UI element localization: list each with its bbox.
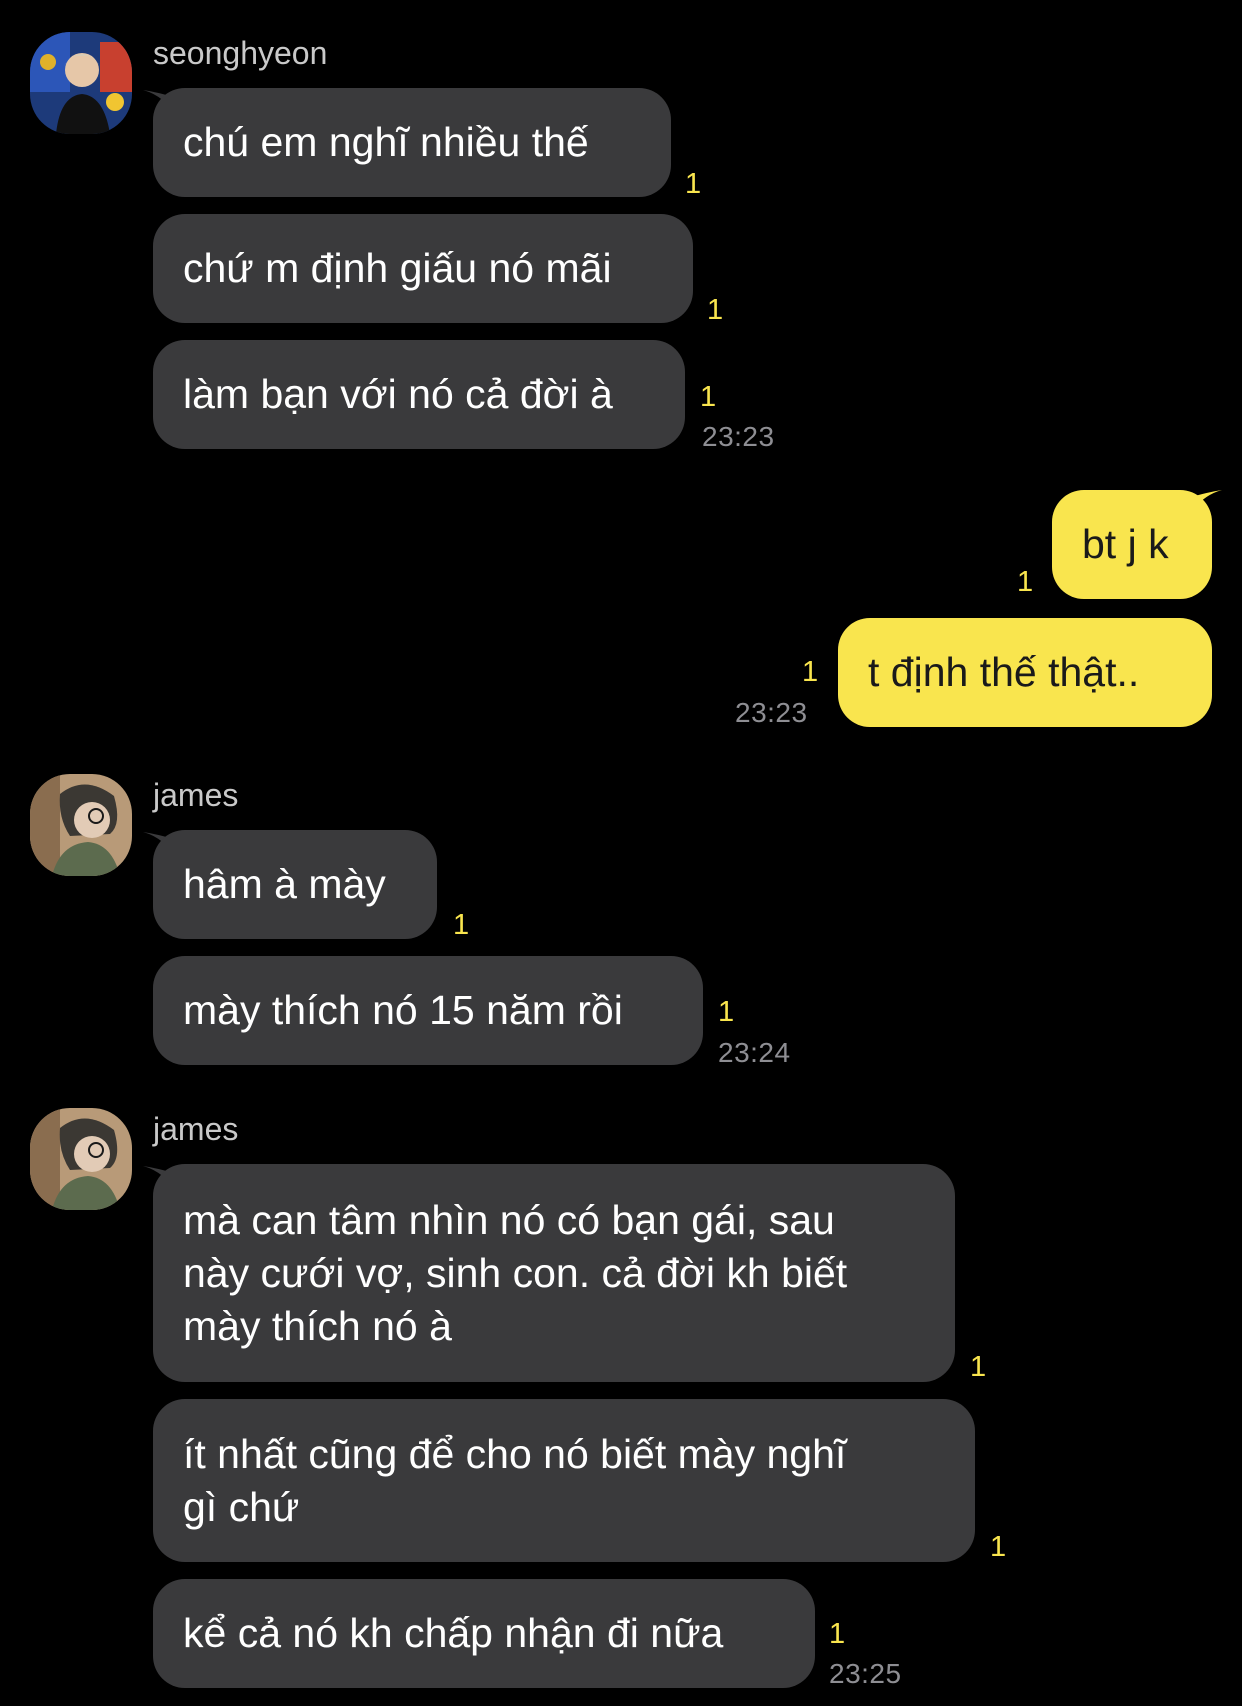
unread-count: 1 <box>700 381 717 413</box>
message-text: hâm à mày <box>183 861 386 907</box>
unread-count: 1 <box>1017 566 1034 598</box>
message-bubble[interactable]: ít nhất cũng để cho nó biết mày nghĩ gì … <box>153 1399 975 1562</box>
unread-count: 1 <box>453 909 470 941</box>
unread-count: 1 <box>685 168 702 200</box>
unread-count: 1 <box>718 996 735 1028</box>
message-timestamp: 23:24 <box>718 1037 791 1068</box>
message-text: kể cả nó kh chấp nhận đi nữa <box>183 1610 724 1656</box>
message-text-line: ít nhất cũng để cho nó biết mày nghĩ <box>183 1430 847 1477</box>
message-bubble[interactable]: làm bạn với nó cả đời à <box>153 340 685 449</box>
message-timestamp: 23:23 <box>702 421 775 452</box>
message-text: làm bạn với nó cả đời à <box>183 371 613 417</box>
message-text: mày thích nó 15 năm rồi <box>183 987 623 1033</box>
unread-count: 1 <box>990 1531 1007 1563</box>
unread-count: 1 <box>829 1618 846 1650</box>
message-bubble[interactable]: bt j k <box>1052 490 1212 599</box>
message-text-line: này cưới vợ, sinh con. cả đời kh biết <box>183 1249 848 1296</box>
message-timestamp: 23:23 <box>735 697 808 728</box>
message-bubble[interactable]: kể cả nó kh chấp nhận đi nữa <box>153 1579 815 1688</box>
unread-count: 1 <box>970 1351 987 1383</box>
message-text-line: mà can tâm nhìn nó có bạn gái, sau <box>183 1196 835 1243</box>
message-bubble[interactable]: t định thế thật.. <box>838 618 1212 727</box>
message-text-line: gì chứ <box>183 1483 300 1530</box>
sender-name: seonghyeon <box>153 35 328 71</box>
message-bubble[interactable]: mà can tâm nhìn nó có bạn gái, sau này c… <box>153 1164 955 1382</box>
avatar-photo-icon <box>30 32 132 134</box>
avatar-photo-icon <box>30 774 132 876</box>
message-bubble[interactable]: hâm à mày <box>153 830 437 939</box>
sender-name: james <box>153 777 239 813</box>
james-avatar[interactable] <box>30 774 132 876</box>
message-text: bt j k <box>1082 521 1169 567</box>
message-text: chú em nghĩ nhiều thế <box>183 119 589 165</box>
message-bubble[interactable]: mày thích nó 15 năm rồi <box>153 956 703 1065</box>
message-bubble[interactable]: chú em nghĩ nhiều thế <box>153 88 671 197</box>
message-text: t định thế thật.. <box>868 649 1140 695</box>
avatar-photo-icon <box>30 1108 132 1210</box>
james-avatar[interactable] <box>30 1108 132 1210</box>
seonghyeon-avatar[interactable] <box>30 32 132 134</box>
unread-count: 1 <box>707 294 724 326</box>
message-bubble[interactable]: chứ m định giấu nó mãi <box>153 214 693 323</box>
message-timestamp: 23:25 <box>829 1658 902 1689</box>
unread-count: 1 <box>802 656 819 688</box>
message-text: chứ m định giấu nó mãi <box>183 245 612 291</box>
message-text-line: mày thích nó à <box>183 1302 452 1349</box>
sender-name: james <box>153 1111 239 1147</box>
